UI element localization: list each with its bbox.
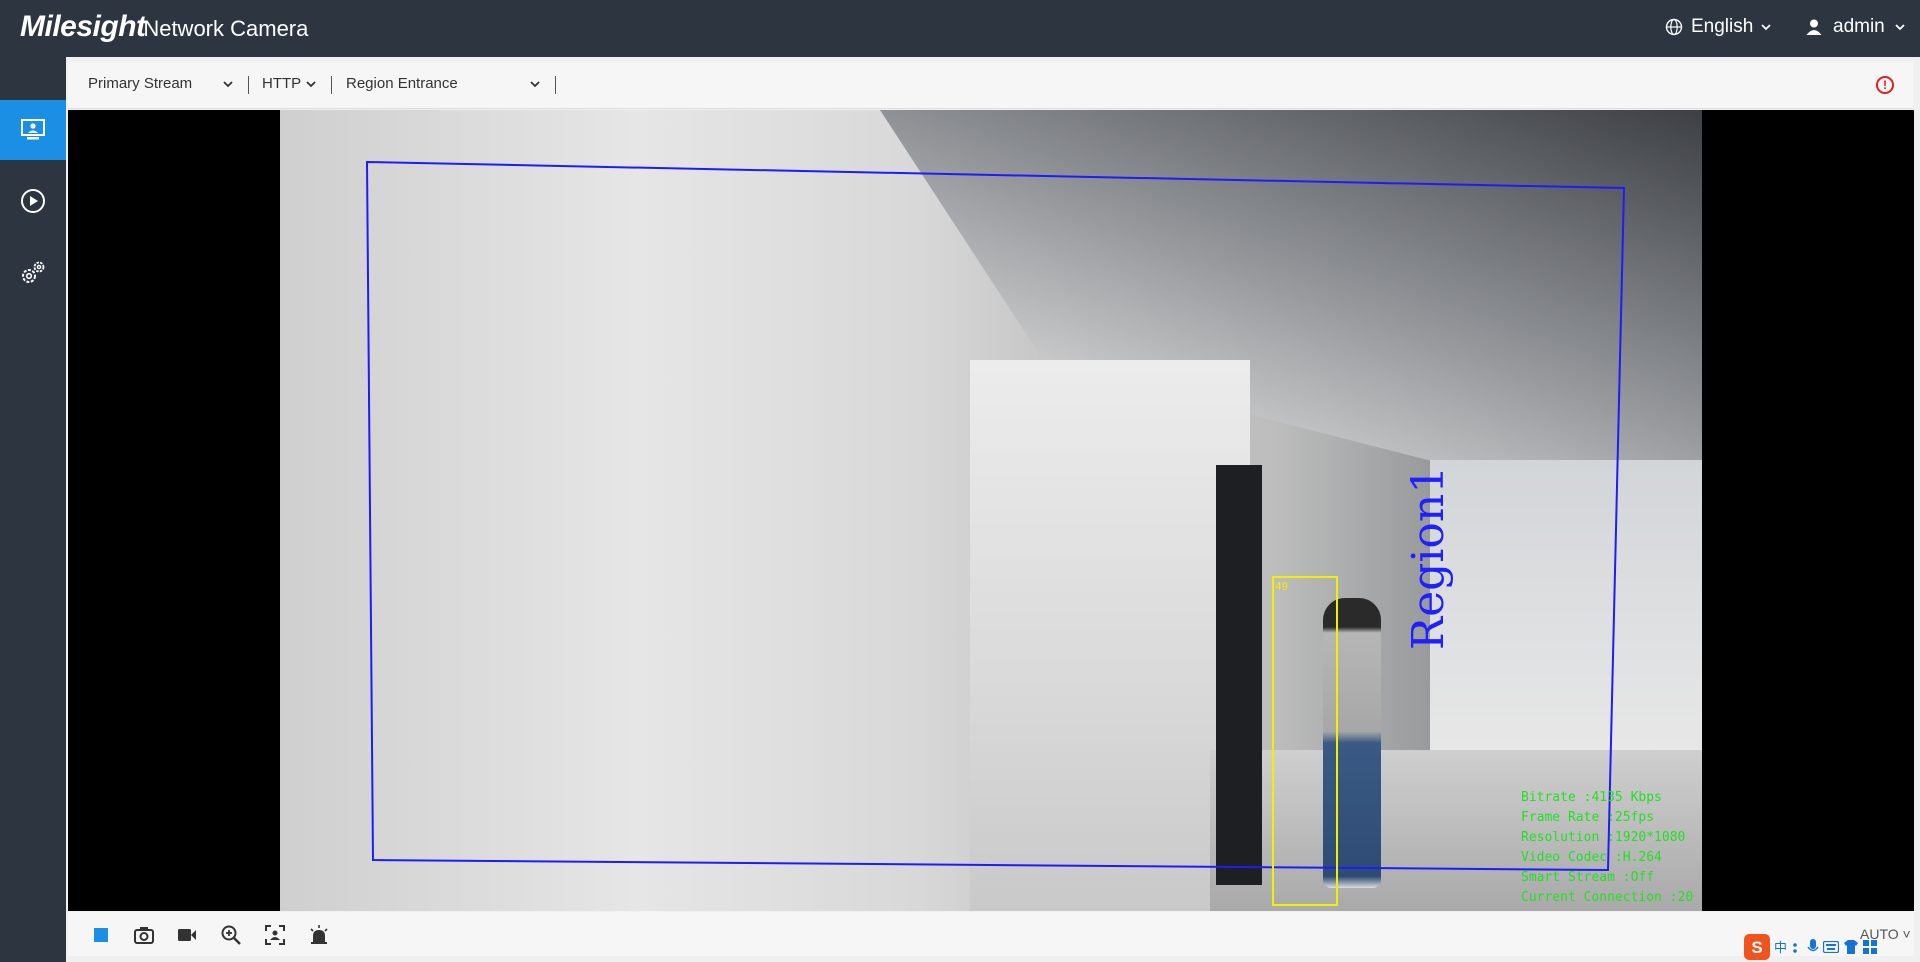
brand-logo: Milesight [20,10,146,43]
sogou-s-icon: S [1744,933,1770,960]
stream-label: Primary Stream [88,75,193,92]
chevron-down-icon [1761,24,1771,31]
header: Milesight ·Network Camera English admin [0,0,1920,57]
gear-icon [22,261,45,283]
osd-connections: Current Connection :20 [1521,890,1694,905]
sidebar-item-live-view[interactable] [0,100,66,160]
user-menu[interactable]: admin [1805,16,1905,38]
ime-toolbar[interactable]: S 中 [1744,933,1878,960]
stop-icon [94,928,108,942]
target-id: 49 [1275,580,1288,593]
alarm-icon [310,925,328,944]
live-video[interactable]: 49 Region1 Bitrate :4135 Kbps Frame Rate… [68,110,1914,911]
osd-bitrate: Bitrate :4135 Kbps [1521,790,1662,805]
svg-text:S: S [1751,938,1762,957]
sidebar-item-settings[interactable] [0,243,66,303]
language-selector[interactable]: English [1665,16,1771,38]
ime-language: 中 [1774,940,1788,955]
chevron-down-icon [1895,24,1905,31]
chevron-down-icon [306,80,316,87]
product-title: ·Network Camera [136,16,309,41]
protocol-select[interactable]: HTTP [262,75,316,92]
osd-smart-stream: Smart Stream :Off [1521,870,1655,885]
sidebar [0,57,66,962]
record-button[interactable] [176,924,198,946]
divider [248,76,249,94]
protocol-label: HTTP [262,75,302,92]
grid-icon [1863,939,1878,954]
monitor-icon [21,119,45,140]
mode-label: Region Entrance [346,75,458,92]
stop-button[interactable] [90,924,112,946]
target-box [1272,576,1338,906]
mode-select[interactable]: Region Entrance [346,75,540,92]
alert-circle-icon[interactable]: ! [1876,76,1894,94]
username: admin [1833,16,1885,37]
chevron-down-icon [223,80,233,87]
globe-icon [1665,18,1683,36]
divider [555,76,556,94]
language-label: English [1691,16,1754,37]
region-label: Region1 [1403,465,1454,650]
snapshot-icon [134,927,154,944]
play-circle-icon [21,189,45,213]
video-controls: AUTO ˅ [68,912,1914,956]
region-capture-button[interactable] [264,924,286,946]
punctuation-icon [1793,942,1797,953]
user-icon [1806,19,1822,35]
osd-resolution: Resolution :1920*1080 [1521,830,1686,845]
microphone-icon [1807,938,1819,951]
skin-icon [1844,939,1859,954]
chevron-down-icon [530,80,540,87]
osd-info: Bitrate :4135 Kbps Frame Rate :25fps Res… [1521,788,1693,908]
record-icon [178,929,196,941]
osd-frame-rate: Frame Rate :25fps [1521,810,1655,825]
zoom-icon [221,925,241,945]
divider [331,76,332,94]
fullscreen-crop-icon [265,925,285,945]
snapshot-button[interactable] [133,924,155,946]
alarm-button[interactable] [308,924,330,946]
keyboard-icon [1823,940,1840,953]
osd-codec: Video Codec :H.264 [1521,850,1662,865]
stream-toolbar: Primary Stream HTTP Region Entrance ! [68,62,1913,109]
sidebar-item-playback[interactable] [0,171,66,231]
stream-select[interactable]: Primary Stream [88,75,233,92]
zoom-button[interactable] [220,924,242,946]
